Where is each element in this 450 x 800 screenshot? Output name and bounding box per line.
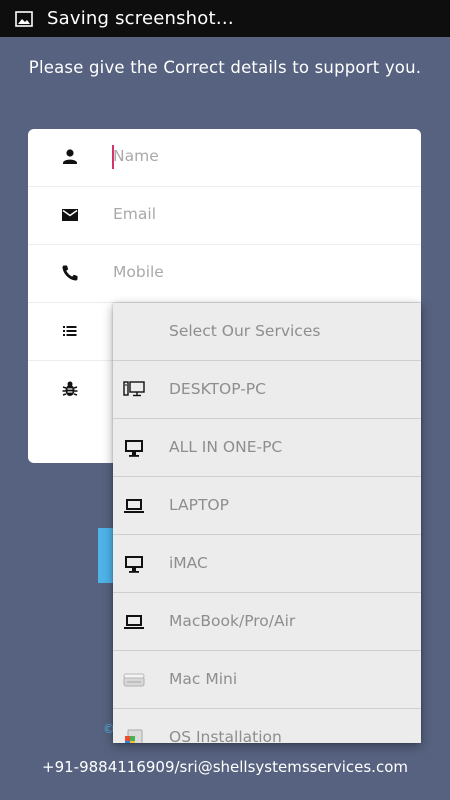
option-os-installation[interactable]: OS Installation	[113, 709, 421, 743]
image-icon	[15, 10, 33, 27]
dropdown-header-label: Select Our Services	[169, 322, 321, 340]
laptop-icon	[124, 615, 144, 629]
services-dropdown[interactable]: Select Our Services DESKTOP-PC ALL IN ON…	[113, 303, 421, 743]
list-icon	[63, 326, 77, 336]
email-placeholder: Email	[113, 205, 157, 223]
submit-button[interactable]	[98, 528, 114, 583]
mobile-placeholder: Mobile	[113, 263, 164, 281]
option-label: ALL IN ONE-PC	[169, 438, 283, 456]
mac-mini-icon	[123, 673, 145, 687]
option-label: OS Installation	[169, 728, 282, 743]
option-label: DESKTOP-PC	[169, 380, 266, 398]
laptop-icon	[124, 499, 144, 513]
option-mac-mini[interactable]: Mac Mini	[113, 651, 421, 709]
person-icon	[63, 149, 77, 164]
desktop-pc-icon	[123, 381, 145, 397]
option-label: LAPTOP	[169, 496, 229, 514]
mobile-field[interactable]: Mobile	[28, 245, 421, 303]
option-desktop-pc[interactable]: DESKTOP-PC	[113, 361, 421, 419]
bug-icon	[62, 381, 78, 396]
monitor-icon	[125, 440, 143, 457]
status-bar: Saving screenshot…	[0, 0, 450, 37]
option-all-in-one-pc[interactable]: ALL IN ONE-PC	[113, 419, 421, 477]
option-imac[interactable]: iMAC	[113, 535, 421, 593]
name-field[interactable]: Name	[28, 129, 421, 187]
option-label: iMAC	[169, 554, 208, 572]
name-placeholder: Name	[113, 147, 159, 165]
monitor-icon	[125, 556, 143, 573]
option-laptop[interactable]: LAPTOP	[113, 477, 421, 535]
option-macbook[interactable]: MacBook/Pro/Air	[113, 593, 421, 651]
option-label: MacBook/Pro/Air	[169, 612, 296, 630]
email-field[interactable]: Email	[28, 187, 421, 245]
status-text: Saving screenshot…	[47, 8, 234, 29]
option-label: Mac Mini	[169, 670, 238, 688]
dropdown-header[interactable]: Select Our Services	[113, 303, 421, 361]
mail-icon	[62, 209, 78, 221]
phone-icon	[62, 265, 78, 281]
os-install-icon	[125, 729, 143, 743]
footer-contact: +91-9884116909/sri@shellsystemsservices.…	[42, 758, 408, 776]
page-message: Please give the Correct details to suppo…	[28, 58, 422, 77]
